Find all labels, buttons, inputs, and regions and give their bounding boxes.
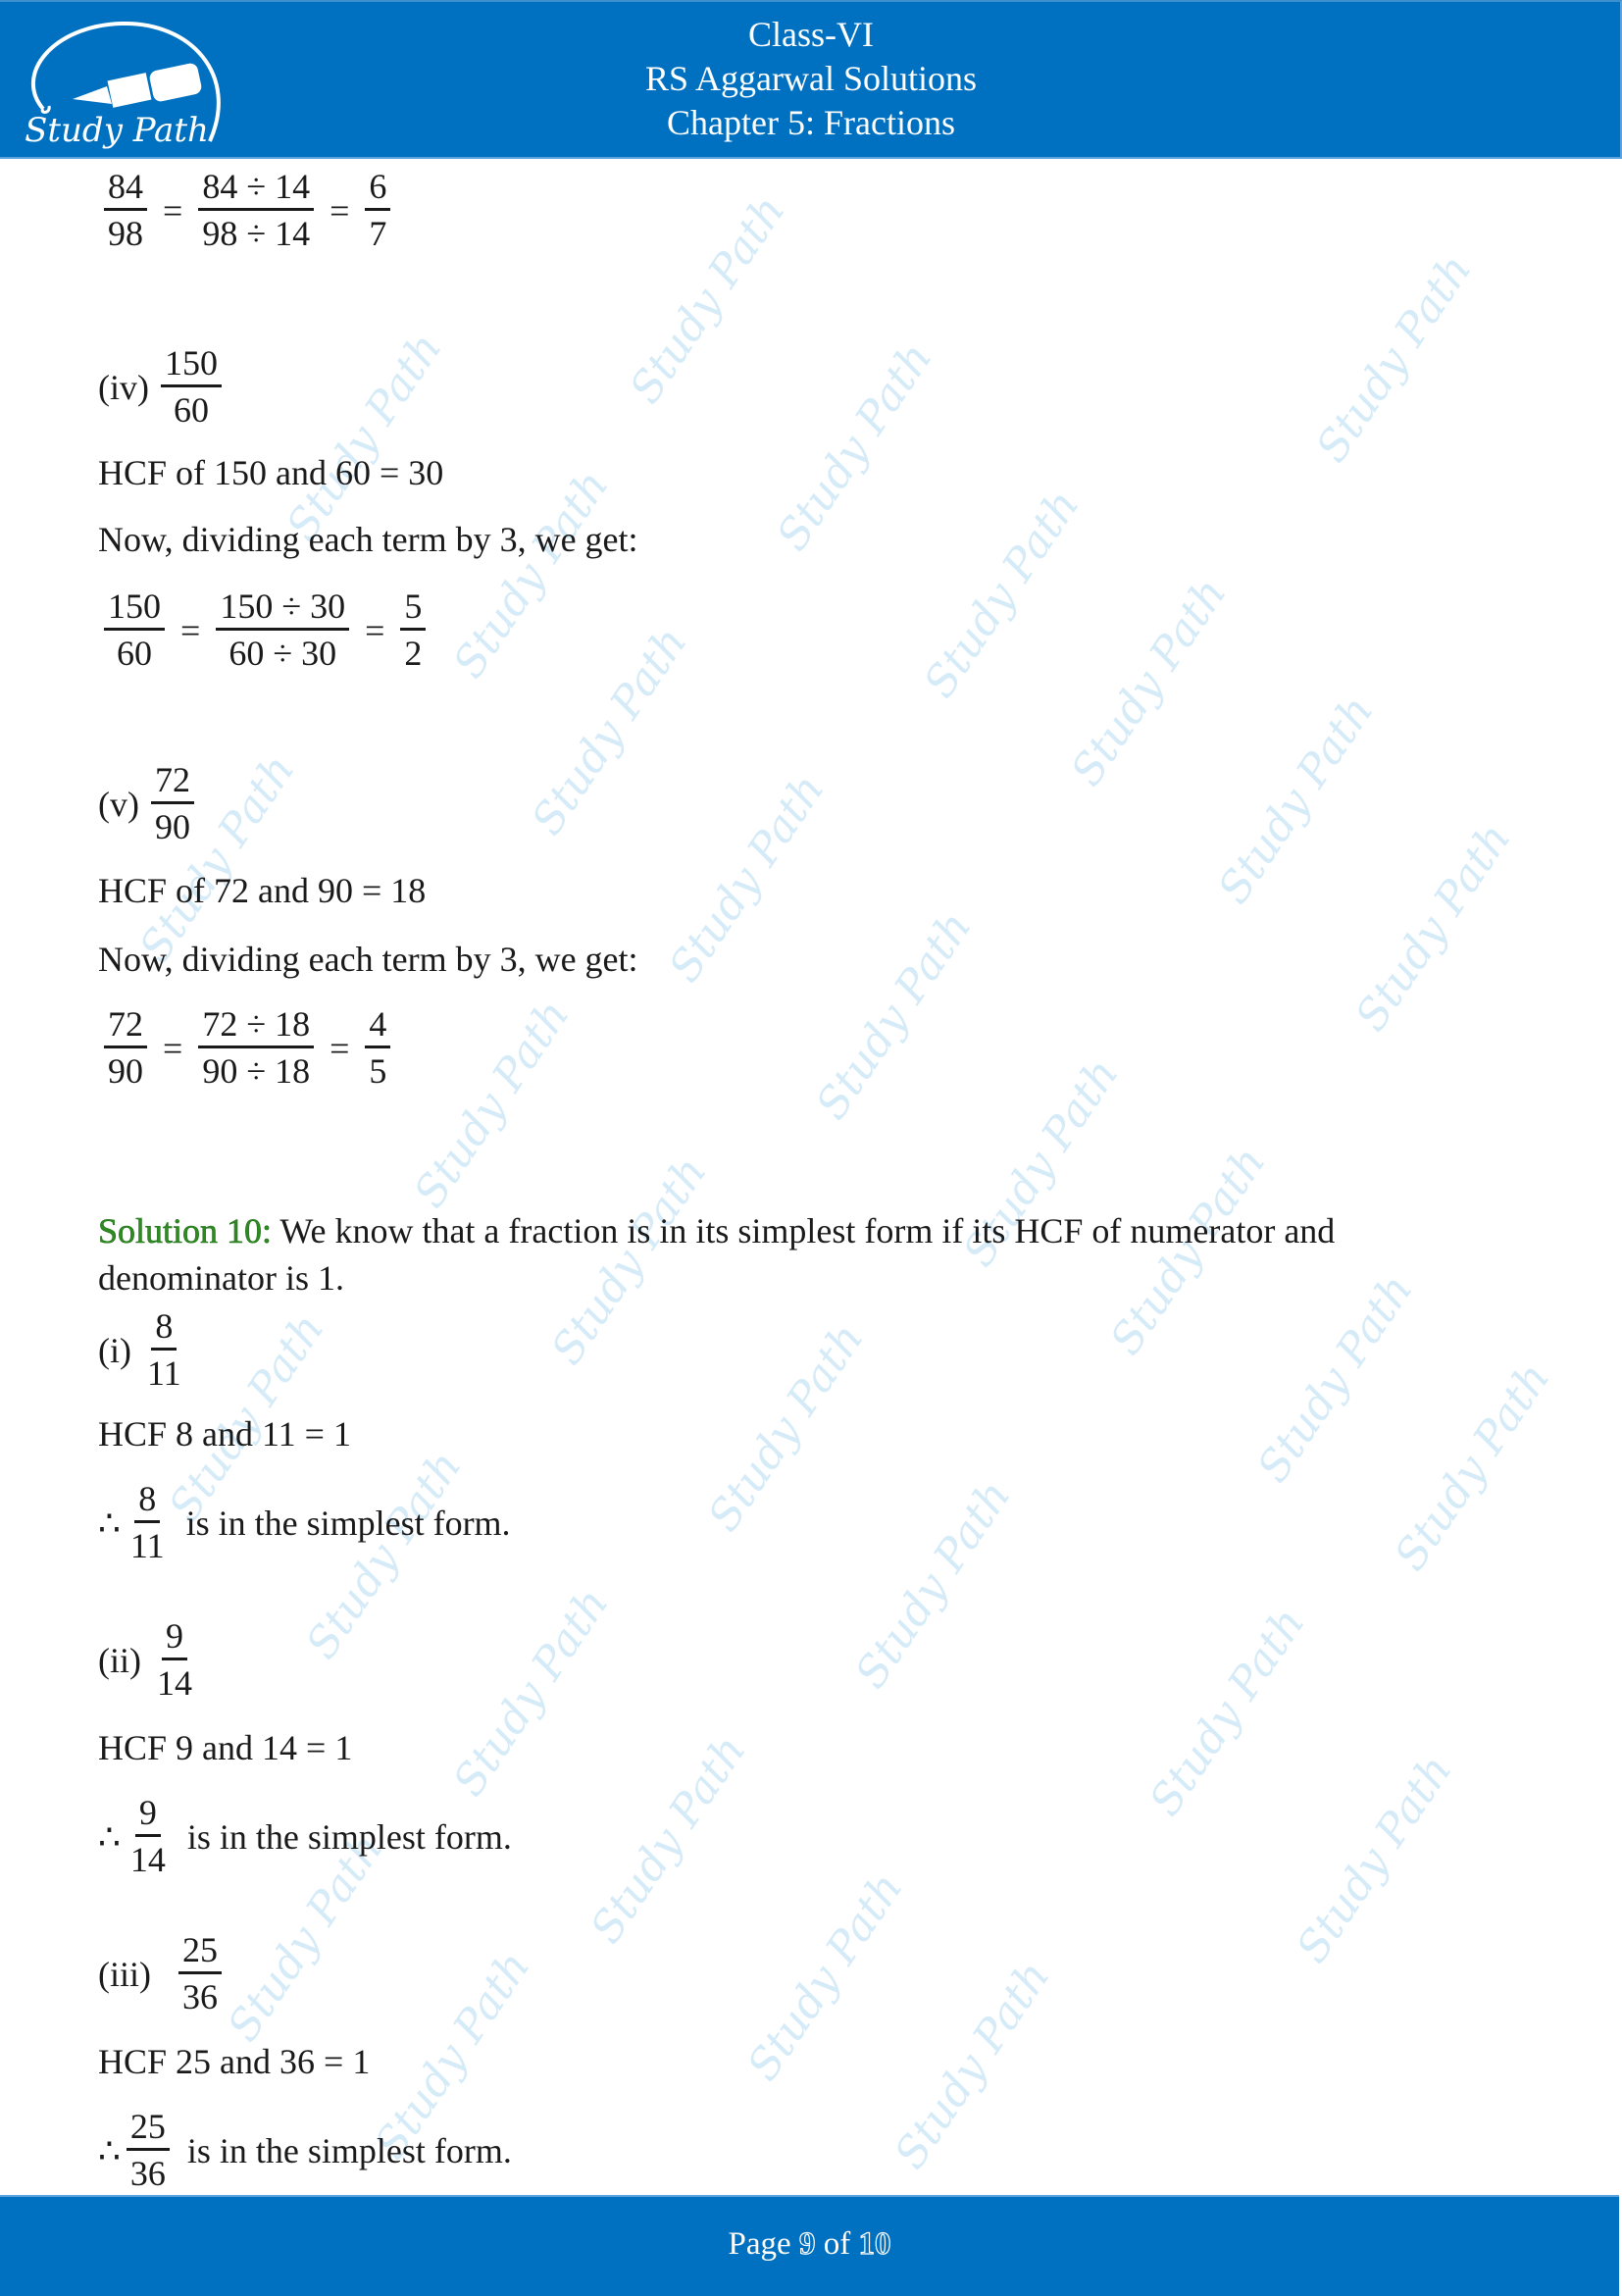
- watermark: Study Path: [1287, 1746, 1462, 1972]
- therefore-symbol: ∴: [98, 1503, 121, 1543]
- watermark: Study Path: [737, 1863, 913, 2090]
- equals-sign: =: [329, 190, 350, 230]
- fraction: 45: [365, 1002, 391, 1094]
- conclusion-text: is in the simplest form.: [185, 1503, 511, 1543]
- solution-10-intro: Solution 10: We know that a fraction is …: [98, 1209, 1336, 1252]
- fraction: 150 60: [160, 341, 222, 433]
- equation-v: 72 90 = 72 ÷ 18 90 ÷ 18 = 45: [98, 1002, 396, 1094]
- fraction: 9 14: [156, 1616, 192, 1703]
- watermark: Study Path: [1247, 1265, 1423, 1492]
- watermark: Study Path: [443, 461, 619, 688]
- watermark: Study Path: [1385, 1353, 1560, 1580]
- equation-iii-result: 84 98 = 84 ÷ 14 98 ÷ 14 = 67: [98, 165, 396, 256]
- equals-sign: =: [180, 610, 201, 650]
- hcf-statement: HCF 8 and 11 = 1: [98, 1414, 351, 1454]
- fraction: 150 ÷ 30 60 ÷ 30: [216, 585, 350, 676]
- instruction-text: Now, dividing each term by 3, we get:: [98, 520, 638, 559]
- watermark: Study Path: [1140, 1599, 1315, 1825]
- watermark: Study Path: [767, 333, 942, 560]
- page-header: Study Path Class-VI RS Aggarwal Solution…: [0, 0, 1622, 159]
- hcf-statement: HCF 25 and 36 = 1: [98, 2042, 371, 2081]
- header-chapter: Chapter 5: Fractions: [667, 103, 955, 142]
- part-ii-heading: (ii) 9 14: [98, 1614, 202, 1706]
- watermark: Study Path: [698, 1314, 874, 1541]
- part-label: (v): [98, 784, 139, 824]
- watermark: Study Path: [1208, 687, 1384, 913]
- watermark: Study Path: [620, 186, 795, 413]
- fraction: 84 98: [104, 165, 147, 256]
- equation-iv: 150 60 = 150 ÷ 30 60 ÷ 30 = 52: [98, 585, 431, 676]
- header-class: Class-VI: [748, 15, 874, 54]
- equals-sign: =: [365, 610, 385, 650]
- equals-sign: =: [163, 1028, 183, 1068]
- part-label: (iv): [98, 367, 149, 407]
- equals-sign: =: [329, 1028, 350, 1068]
- solution-text-continued: denominator is 1.: [98, 1258, 344, 1298]
- part-iv-heading: (iv) 150 60: [98, 341, 228, 433]
- part-label: (iii): [98, 1954, 151, 1994]
- watermark: Study Path: [845, 1471, 1021, 1698]
- header-book: RS Aggarwal Solutions: [644, 59, 978, 98]
- equals-sign: =: [163, 190, 183, 230]
- hcf-statement: HCF of 150 and 60 = 30: [98, 453, 444, 492]
- part-i-heading: (i) 8 11: [98, 1304, 191, 1396]
- hcf-statement: HCF 9 and 14 = 1: [98, 1728, 353, 1767]
- fraction: 72 ÷ 18 90 ÷ 18: [198, 1002, 315, 1094]
- page-footer: Page 9 of 10: [0, 2195, 1619, 2296]
- watermark: Study Path: [541, 1148, 717, 1374]
- watermark: Study Path: [659, 765, 835, 992]
- fraction: 72 90: [104, 1002, 147, 1094]
- hcf-statement: HCF of 72 and 90 = 18: [98, 871, 427, 910]
- part-v-heading: (v) 72 90: [98, 758, 200, 849]
- current-page: 9: [798, 2225, 816, 2262]
- watermark: Study Path: [581, 1726, 756, 1953]
- fraction: 9 14: [129, 1793, 166, 1879]
- watermark: Study Path: [914, 481, 1090, 707]
- watermark: Study Path: [443, 1579, 619, 1806]
- part-label: (i): [98, 1330, 131, 1370]
- instruction-text: Now, dividing each term by 3, we get:: [98, 940, 638, 979]
- solution-text: We know that a fraction is in its simple…: [272, 1211, 1336, 1250]
- fraction: 84 ÷ 14 98 ÷ 14: [198, 165, 315, 256]
- solution-heading: Solution 10:: [98, 1211, 273, 1251]
- fraction: 25 36: [126, 2105, 170, 2196]
- conclusion: ∴ 8 11 is in the simplest form.: [98, 1477, 511, 1568]
- page-number: Page 9 of 10: [728, 2225, 892, 2262]
- fraction: 150 60: [104, 585, 165, 676]
- conclusion-text: is in the simplest form.: [186, 1816, 512, 1857]
- fraction: 52: [400, 585, 427, 676]
- therefore-symbol: ∴: [98, 1816, 121, 1857]
- conclusion: ∴ 25 36 is in the simplest form.: [98, 2105, 512, 2196]
- watermark: Study Path: [1306, 245, 1482, 472]
- fraction: 8 11: [129, 1479, 165, 1565]
- fraction: 67: [365, 165, 391, 256]
- fraction: 25 36: [177, 1928, 222, 2019]
- total-pages: 10: [858, 2225, 891, 2262]
- watermark: Study Path: [277, 324, 452, 550]
- watermark: Study Path: [1345, 814, 1521, 1041]
- part-iii-heading: (iii) 25 36: [98, 1928, 228, 2019]
- part-label: (ii): [98, 1640, 141, 1680]
- watermark: Study Path: [404, 991, 580, 1217]
- watermark: Study Path: [522, 618, 697, 844]
- watermark: Study Path: [885, 1952, 1060, 2178]
- therefore-symbol: ∴: [98, 2130, 121, 2170]
- conclusion-text: is in the simplest form.: [186, 2130, 512, 2170]
- fraction: 72 90: [150, 758, 194, 849]
- watermark: Study Path: [806, 902, 982, 1129]
- fraction: 8 11: [146, 1306, 181, 1393]
- conclusion: ∴ 9 14 is in the simplest form.: [98, 1791, 512, 1882]
- watermark: Study Path: [1061, 569, 1237, 795]
